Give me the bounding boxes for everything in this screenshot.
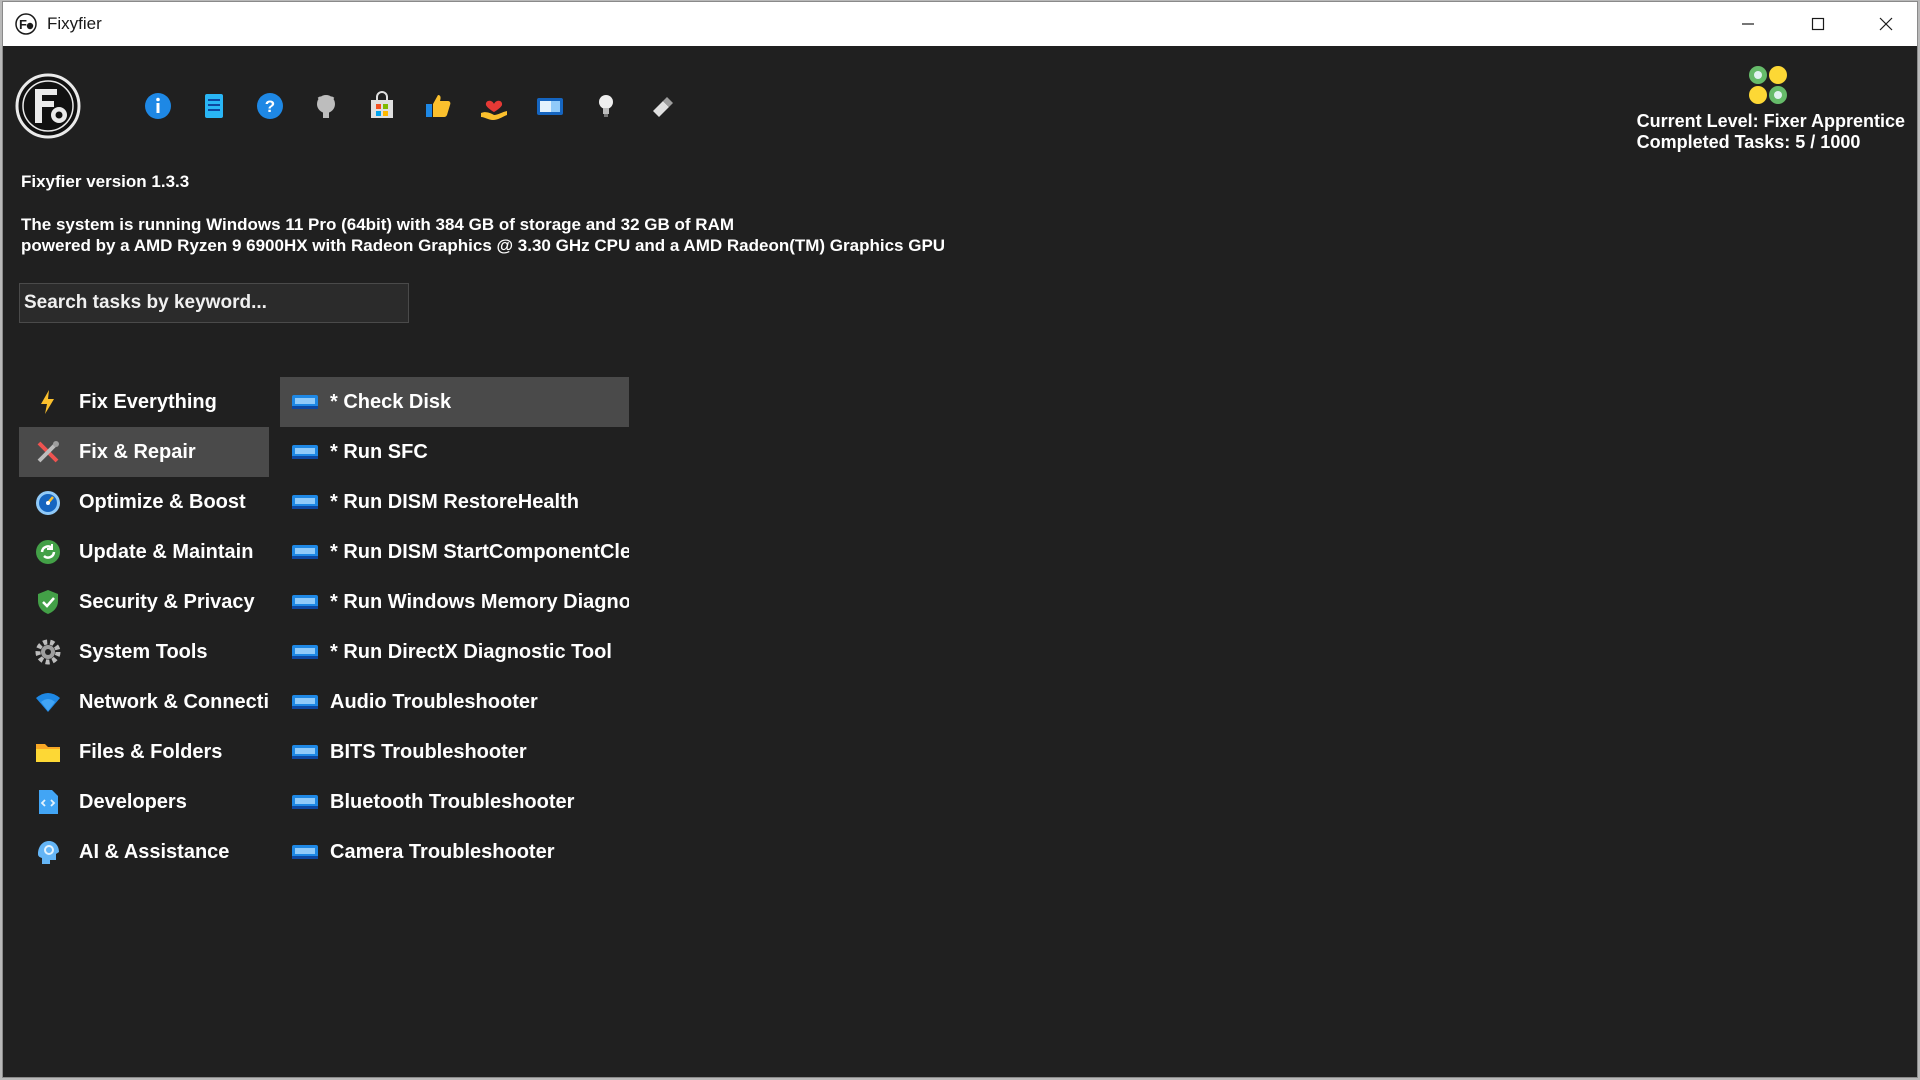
task-label: * Run Windows Memory Diagnostic bbox=[330, 590, 629, 613]
task-label: * Run SFC bbox=[330, 440, 428, 463]
task-label: * Run DirectX Diagnostic Tool bbox=[330, 640, 612, 663]
level-badge-icon bbox=[1749, 66, 1787, 104]
category-label: Optimize & Boost bbox=[79, 490, 246, 513]
close-button[interactable] bbox=[1851, 2, 1917, 46]
task-item[interactable]: Audio Troubleshooter bbox=[280, 677, 629, 727]
close-icon bbox=[1879, 17, 1893, 31]
task-shell-icon bbox=[292, 595, 318, 609]
task-shell-icon bbox=[292, 545, 318, 559]
category-fix-repair[interactable]: Fix & Repair bbox=[19, 427, 269, 477]
task-label: Bluetooth Troubleshooter bbox=[330, 790, 575, 813]
lightbulb-icon[interactable] bbox=[589, 89, 623, 123]
help-icon[interactable]: ? bbox=[253, 89, 287, 123]
task-shell-icon bbox=[292, 395, 318, 409]
maximize-button[interactable] bbox=[1783, 2, 1853, 46]
screen-icon[interactable] bbox=[533, 89, 567, 123]
task-item[interactable]: * Run DirectX Diagnostic Tool bbox=[280, 627, 629, 677]
system-info-line-1: The system is running Windows 11 Pro (64… bbox=[21, 215, 735, 234]
minimize-button[interactable] bbox=[1713, 2, 1783, 46]
donate-heart-icon[interactable] bbox=[477, 89, 511, 123]
title-bar: F Fixyfier bbox=[3, 2, 1917, 46]
completed-tasks: Completed Tasks: 5 / 1000 bbox=[1636, 132, 1861, 152]
level-info: Current Level: Fixer Apprentice Complete… bbox=[1637, 111, 1905, 153]
fixyfier-logo[interactable] bbox=[15, 73, 81, 139]
task-shell-icon bbox=[292, 795, 318, 809]
task-item[interactable]: * Run SFC bbox=[280, 427, 629, 477]
info-icon[interactable] bbox=[141, 89, 175, 123]
category-label: Files & Folders bbox=[79, 740, 223, 763]
lightning-icon bbox=[33, 387, 63, 417]
category-list: Fix Everything Fix & Repair Optimize & B… bbox=[19, 377, 269, 877]
category-label: System Tools bbox=[79, 640, 208, 663]
window-title: Fixyfier bbox=[47, 14, 102, 33]
eraser-icon[interactable] bbox=[645, 89, 679, 123]
gear-icon bbox=[33, 637, 63, 667]
task-label: BITS Troubleshooter bbox=[330, 740, 527, 763]
thumbs-up-icon[interactable] bbox=[421, 89, 455, 123]
code-icon bbox=[33, 787, 63, 817]
version-label: Fixyfier version 1.3.3 bbox=[21, 172, 190, 191]
current-level: Current Level: Fixer Apprentice bbox=[1636, 111, 1905, 131]
category-label: Fix & Repair bbox=[79, 440, 196, 463]
category-label: AI & Assistance bbox=[79, 840, 230, 863]
speedometer-icon bbox=[33, 487, 63, 517]
category-fix-everything[interactable]: Fix Everything bbox=[19, 377, 269, 427]
task-item[interactable]: * Check Disk bbox=[280, 377, 629, 427]
task-item[interactable]: Camera Troubleshooter bbox=[280, 827, 629, 877]
svg-text:?: ? bbox=[265, 97, 275, 116]
task-shell-icon bbox=[292, 845, 318, 859]
task-item[interactable]: BITS Troubleshooter bbox=[280, 727, 629, 777]
category-update-maintain[interactable]: Update & Maintain bbox=[19, 527, 269, 577]
main-content: ? Current Level: Fixer Apprentice Comple… bbox=[3, 46, 1917, 1077]
task-list: * Check Disk * Run SFC * Run DISM Restor… bbox=[280, 377, 629, 877]
maximize-icon bbox=[1811, 17, 1825, 31]
system-info: The system is running Windows 11 Pro (64… bbox=[21, 214, 945, 256]
category-optimize-boost[interactable]: Optimize & Boost bbox=[19, 477, 269, 527]
task-shell-icon bbox=[292, 495, 318, 509]
category-ai-assistance[interactable]: AI & Assistance bbox=[19, 827, 269, 877]
task-shell-icon bbox=[292, 695, 318, 709]
task-label: Camera Troubleshooter bbox=[330, 840, 555, 863]
wifi-icon bbox=[33, 687, 63, 717]
folder-icon bbox=[33, 737, 63, 767]
category-developers[interactable]: Developers bbox=[19, 777, 269, 827]
app-icon: F bbox=[15, 13, 37, 35]
task-item[interactable]: * Run Windows Memory Diagnostic bbox=[280, 577, 629, 627]
svg-text:F: F bbox=[19, 17, 27, 32]
category-label: Fix Everything bbox=[79, 390, 217, 413]
task-item[interactable]: * Run DISM StartComponentCleanup bbox=[280, 527, 629, 577]
search-input[interactable] bbox=[19, 283, 409, 323]
tools-icon bbox=[33, 437, 63, 467]
minimize-icon bbox=[1742, 23, 1754, 25]
task-item[interactable]: Bluetooth Troubleshooter bbox=[280, 777, 629, 827]
store-icon[interactable] bbox=[365, 89, 399, 123]
task-shell-icon bbox=[292, 645, 318, 659]
category-network-connectivity[interactable]: Network & Connectivity bbox=[19, 677, 269, 727]
category-security-privacy[interactable]: Security & Privacy bbox=[19, 577, 269, 627]
task-label: Audio Troubleshooter bbox=[330, 690, 538, 713]
app-window: F Fixyfier ? Current Level: Fixer Appren… bbox=[2, 1, 1918, 1078]
task-label: * Run DISM RestoreHealth bbox=[330, 490, 579, 513]
category-files-folders[interactable]: Files & Folders bbox=[19, 727, 269, 777]
task-shell-icon bbox=[292, 745, 318, 759]
category-label: Update & Maintain bbox=[79, 540, 254, 563]
category-system-tools[interactable]: System Tools bbox=[19, 627, 269, 677]
refresh-icon bbox=[33, 537, 63, 567]
shield-icon bbox=[33, 587, 63, 617]
github-icon[interactable] bbox=[309, 89, 343, 123]
task-label: * Run DISM StartComponentCleanup bbox=[330, 540, 629, 563]
task-item[interactable]: * Run DISM RestoreHealth bbox=[280, 477, 629, 527]
category-label: Network & Connectivity bbox=[79, 690, 269, 713]
notes-icon[interactable] bbox=[197, 89, 231, 123]
category-label: Security & Privacy bbox=[79, 590, 255, 613]
system-info-line-2: powered by a AMD Ryzen 9 6900HX with Rad… bbox=[21, 236, 946, 255]
task-shell-icon bbox=[292, 445, 318, 459]
toolbar: ? bbox=[141, 88, 701, 124]
task-label: * Check Disk bbox=[330, 390, 452, 413]
category-label: Developers bbox=[79, 790, 187, 813]
ai-head-icon bbox=[33, 837, 63, 867]
